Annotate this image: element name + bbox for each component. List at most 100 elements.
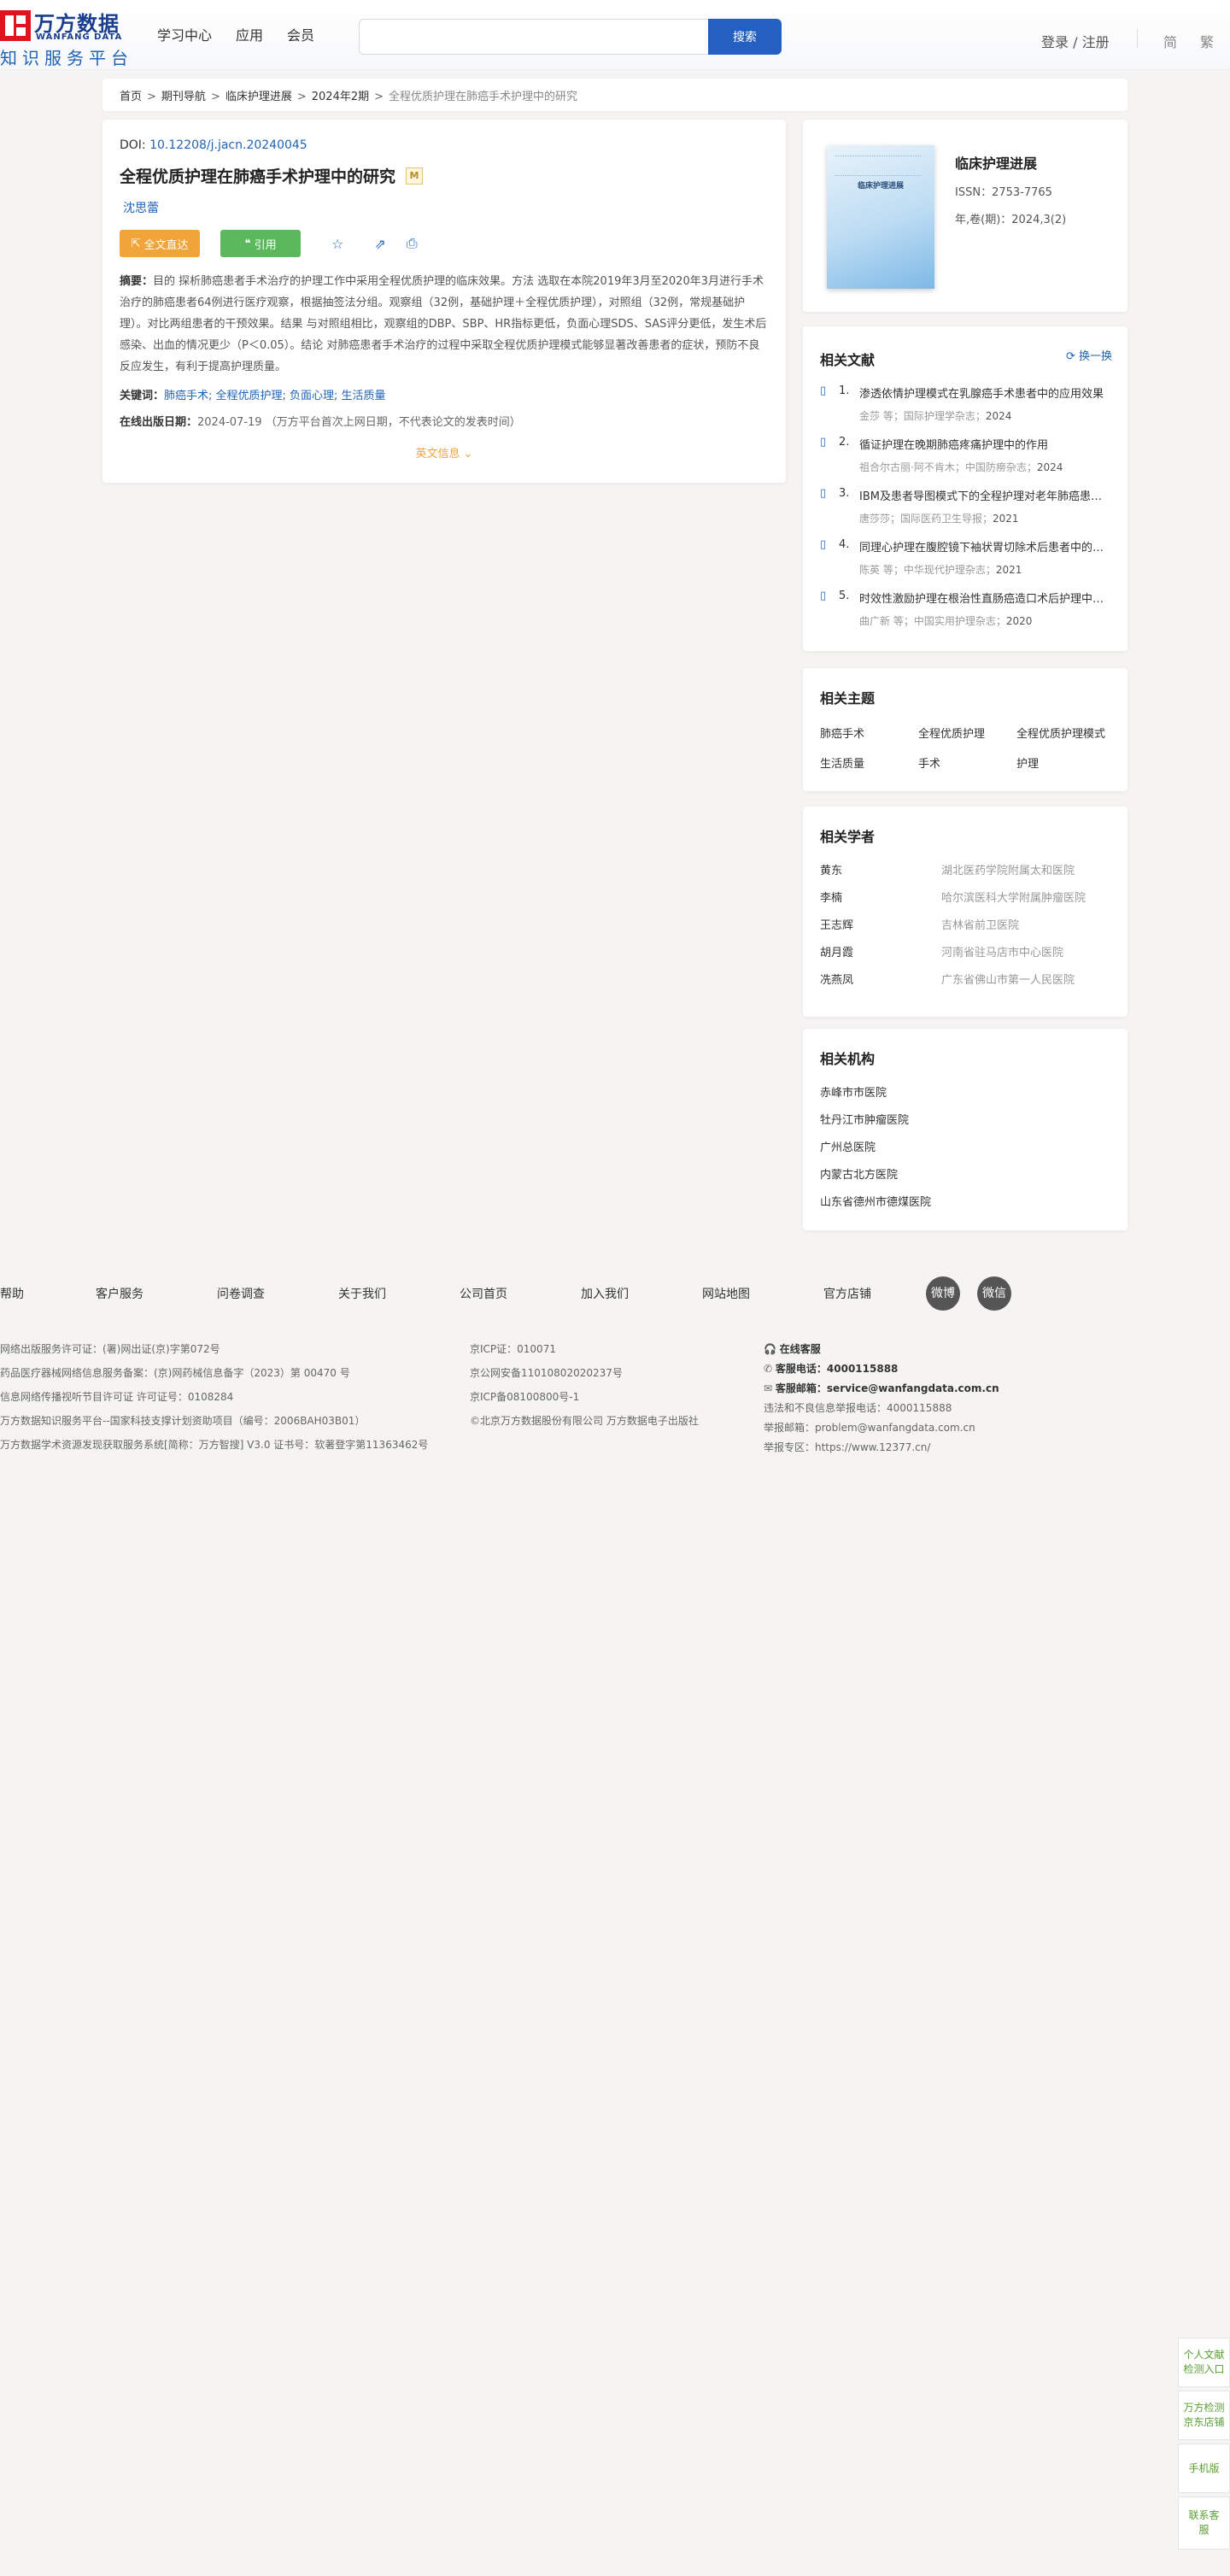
swap-button[interactable]: ⟳ 换一换	[1066, 347, 1112, 363]
email-value[interactable]: service@wanfangdata.com.cn	[827, 1382, 999, 1394]
footer-join[interactable]: 加入我们	[581, 1285, 629, 1302]
scholar-name[interactable]: 王志辉	[820, 916, 941, 932]
scholar-row: 李楠 哈尔滨医科大学附属肿瘤医院	[820, 889, 1086, 905]
doi-link[interactable]: 10.12208/j.jacn.20240045	[149, 138, 308, 152]
scholar-org[interactable]: 河南省驻马店市中心医院	[941, 947, 1063, 959]
breadcrumb-issue[interactable]: 2024年2期	[312, 91, 369, 103]
scholar-org[interactable]: 广东省佛山市第一人民医院	[941, 974, 1075, 987]
item-title[interactable]: 时效性激励护理在根治性直肠癌造口术后护理中的应用	[859, 590, 1107, 606]
topic-item[interactable]: 全程优质护理	[918, 725, 1016, 741]
journal-name[interactable]: 临床护理进展	[955, 152, 1037, 173]
doi-line: DOI: 10.12208/j.jacn.20240045	[120, 138, 769, 152]
related-item[interactable]: ▯ 1. 渗透依情护理模式在乳腺癌手术患者中的应用效果 金莎 等；国际护理学杂志；2…	[820, 384, 1115, 423]
topic-item[interactable]: 肺癌手术	[820, 725, 918, 741]
favorite-star-icon[interactable]: ☆	[331, 236, 343, 252]
topic-item[interactable]: 护理	[1016, 754, 1115, 771]
scholar-name[interactable]: 黄东	[820, 861, 941, 877]
search-button[interactable]: 搜索	[708, 19, 782, 55]
side-label: 手机版	[1188, 2462, 1220, 2474]
license-line: 万方数据学术资源发现获取服务系统[简称：万方智搜] V3.0 证书号：软著登字第…	[0, 1439, 429, 1451]
lang-traditional[interactable]: 繁	[1200, 31, 1214, 51]
scholar-org[interactable]: 湖北医药学院附属太和医院	[941, 865, 1075, 877]
weibo-label: 微博	[931, 1287, 955, 1300]
fulltext-button[interactable]: ⇱ 全文直达	[120, 230, 200, 257]
breadcrumb-journal[interactable]: 临床护理进展	[226, 91, 292, 103]
side-plagiarism-check[interactable]: 个人文献检测入口	[1178, 2338, 1230, 2387]
pubdate: 在线出版日期：2024-07-19 （万方平台首次上网日期，不代表论文的发表时间…	[120, 413, 769, 429]
journal-cover[interactable]: 临床护理进展	[827, 145, 934, 289]
weibo-icon[interactable]: 微博	[926, 1276, 960, 1311]
related-item[interactable]: ▯ 4. 同理心护理在腹腔镜下袖状胃切除术后患者中的应用 陈英 等；中华现代护理杂志…	[820, 538, 1115, 577]
breadcrumb-journals[interactable]: 期刊导航	[161, 91, 206, 103]
item-year: 2024	[985, 410, 1012, 422]
icp-line[interactable]: 京公网安备11010802020237号	[470, 1365, 623, 1380]
footer-company-home[interactable]: 公司首页	[460, 1285, 507, 1302]
lang-simplified[interactable]: 简	[1163, 31, 1177, 51]
item-meta: 唐莎莎；国际医药卫生导报；	[859, 513, 993, 525]
wechat-icon[interactable]: 微信	[977, 1276, 1011, 1311]
footer-help[interactable]: 帮助	[0, 1285, 24, 1302]
org-item[interactable]: 牡丹江市肿瘤医院	[820, 1111, 909, 1127]
related-item[interactable]: ▯ 3. IBM及患者导图模式下的全程护理对老年肺癌患者的影响 唐莎莎；国际医药卫生…	[820, 487, 1115, 525]
footer-service[interactable]: 客户服务	[96, 1285, 144, 1302]
item-number: 4.	[839, 538, 850, 551]
pubdate-value: 2024-07-19 （万方平台首次上网日期，不代表论文的发表时间）	[197, 416, 521, 429]
cite-button[interactable]: ❝ 引用	[220, 230, 301, 257]
item-title[interactable]: 循证护理在晚期肺癌疼痛护理中的作用	[859, 436, 1107, 452]
book-icon: ▯	[820, 538, 827, 551]
footer-sitemap[interactable]: 网站地图	[702, 1285, 750, 1302]
action-toolbar: ⇱ 全文直达 ❝ 引用 ☆ ⇗ ⎙	[120, 230, 769, 257]
side-label: 个人文献检测入口	[1183, 2349, 1225, 2375]
topic-item[interactable]: 全程优质护理模式	[1016, 725, 1115, 741]
item-title[interactable]: IBM及患者导图模式下的全程护理对老年肺癌患者的影响	[859, 487, 1107, 503]
nav-membership[interactable]: 会员	[287, 24, 314, 44]
scholar-row: 冼燕凤 广东省佛山市第一人民医院	[820, 971, 1075, 987]
fulltext-icon: ⇱	[131, 237, 141, 250]
footer-store[interactable]: 官方店铺	[823, 1285, 871, 1302]
topic-item[interactable]: 手术	[918, 754, 1016, 771]
scholar-org[interactable]: 哈尔滨医科大学附属肿瘤医院	[941, 892, 1086, 905]
headset-icon: 🎧	[764, 1343, 776, 1355]
m-badge-icon[interactable]: M	[406, 167, 424, 185]
scholar-name[interactable]: 冼燕凤	[820, 971, 941, 987]
report-zone[interactable]: 举报专区：https://www.12377.cn/	[764, 1440, 930, 1454]
online-service[interactable]: 🎧 在线客服	[764, 1341, 821, 1356]
wanfang-logo[interactable]: 万方数据 WANFANG DATA 知识服务平台	[0, 7, 137, 68]
item-year: 2024	[1036, 461, 1063, 473]
related-item[interactable]: ▯ 2. 循证护理在晚期肺癌疼痛护理中的作用 祖合尔古丽·阿不肯木；中国防痨杂志；2…	[820, 436, 1115, 474]
side-mobile[interactable]: 手机版	[1178, 2444, 1230, 2493]
item-title[interactable]: 渗透依情护理模式在乳腺癌手术患者中的应用效果	[859, 384, 1107, 401]
scholar-org[interactable]: 吉林省前卫医院	[941, 919, 1019, 932]
org-item[interactable]: 山东省德州市德煤医院	[820, 1193, 931, 1209]
org-item[interactable]: 广州总医院	[820, 1138, 876, 1154]
nav-apps[interactable]: 应用	[236, 24, 263, 44]
abstract-text: 目的 探析肺癌患者手术治疗的护理工作中采用全程优质护理的临床效果。方法 选取在本…	[120, 275, 767, 373]
english-info-label: 英文信息	[415, 448, 460, 461]
book-icon: ▯	[820, 590, 827, 602]
print-icon[interactable]: ⎙	[407, 235, 418, 252]
topic-item[interactable]: 生活质量	[820, 754, 918, 771]
divider	[1137, 29, 1138, 48]
share-icon[interactable]: ⇗	[374, 236, 385, 252]
author-link[interactable]: 沈思蕾	[120, 199, 769, 216]
nav-learning-center[interactable]: 学习中心	[157, 24, 212, 44]
side-contact[interactable]: 联系客服	[1178, 2497, 1230, 2550]
search-input[interactable]	[359, 19, 709, 55]
journal-volume[interactable]: 年,卷(期)：2024,3(2)	[955, 210, 1066, 226]
login-register-link[interactable]: 登录 / 注册	[1041, 31, 1110, 51]
icp-line[interactable]: 京ICP备08100800号-1	[470, 1389, 579, 1404]
related-item[interactable]: ▯ 5. 时效性激励护理在根治性直肠癌造口术后护理中的应用 曲广新 等；中国实用护理…	[820, 590, 1115, 628]
english-info-toggle[interactable]: 英文信息 ⌄	[120, 444, 769, 461]
org-item[interactable]: 赤峰市市医院	[820, 1083, 887, 1100]
scholar-name[interactable]: 胡月霞	[820, 943, 941, 959]
breadcrumb-home[interactable]: 首页	[120, 91, 142, 103]
footer-survey[interactable]: 问卷调查	[217, 1285, 265, 1302]
report-email[interactable]: 举报邮箱：problem@wanfangdata.com.cn	[764, 1420, 975, 1435]
scholar-name[interactable]: 李楠	[820, 889, 941, 905]
item-title[interactable]: 同理心护理在腹腔镜下袖状胃切除术后患者中的应用	[859, 538, 1107, 555]
keywords-links[interactable]: 肺癌手术; 全程优质护理; 负面心理; 生活质量	[164, 390, 386, 402]
side-jd-store[interactable]: 万方检测京东店铺	[1178, 2391, 1230, 2440]
footer-about[interactable]: 关于我们	[338, 1285, 386, 1302]
org-item[interactable]: 内蒙古北方医院	[820, 1165, 898, 1182]
icp-line[interactable]: 京ICP证：010071	[470, 1341, 556, 1356]
